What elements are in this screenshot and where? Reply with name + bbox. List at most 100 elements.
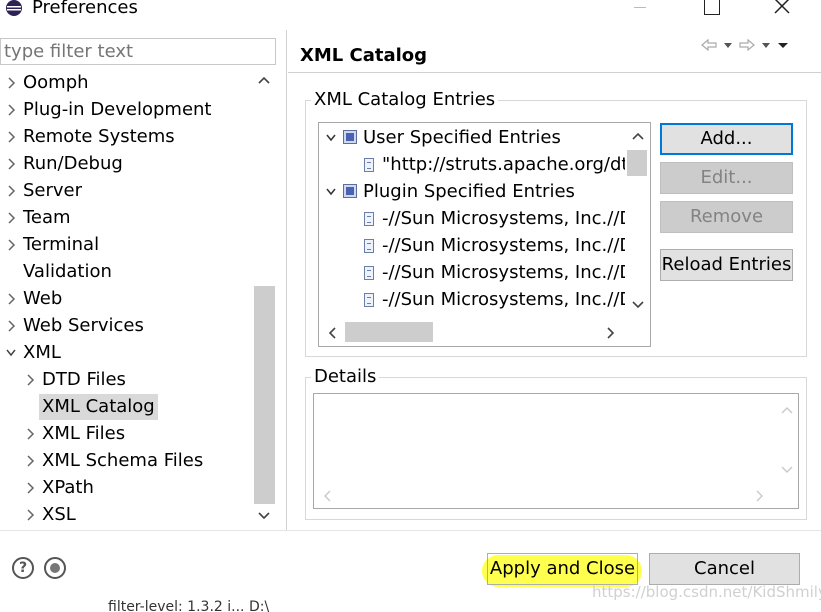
tree-item-label: Team bbox=[23, 207, 71, 228]
chevron-right-icon[interactable] bbox=[5, 178, 17, 204]
chevron-right-icon[interactable] bbox=[5, 232, 17, 258]
catalog-category-label: Plugin Specified Entries bbox=[363, 181, 575, 202]
tree-item-label: XSL bbox=[42, 504, 76, 525]
chevron-right-icon[interactable] bbox=[24, 421, 36, 447]
maximize-button[interactable] bbox=[692, 0, 732, 20]
chevron-right-icon[interactable] bbox=[5, 97, 17, 123]
chevron-right-icon[interactable] bbox=[5, 286, 17, 312]
footer-separator bbox=[0, 530, 821, 531]
cancel-button[interactable]: Cancel bbox=[649, 553, 800, 585]
chevron-right-icon[interactable] bbox=[5, 70, 17, 96]
document-icon bbox=[364, 158, 374, 172]
reload-entries-button[interactable]: Reload Entries bbox=[660, 249, 793, 281]
tree-item-label: Oomph bbox=[23, 72, 89, 93]
close-button[interactable] bbox=[762, 0, 802, 20]
close-icon bbox=[774, 0, 790, 14]
scroll-down-icon[interactable] bbox=[254, 510, 274, 525]
tree-item-label: XML Catalog bbox=[39, 394, 158, 420]
tree-item-label: DTD Files bbox=[42, 369, 126, 390]
chevron-right-icon[interactable] bbox=[24, 502, 36, 528]
tree-vertical-scrollbar[interactable] bbox=[252, 70, 275, 528]
scroll-left-icon[interactable] bbox=[322, 326, 342, 344]
edit-button[interactable]: Edit... bbox=[660, 162, 793, 194]
title-bar: Preferences bbox=[0, 0, 821, 22]
entries-hscroll-thumb[interactable] bbox=[345, 322, 433, 342]
tree-item-label: Server bbox=[23, 180, 83, 201]
chevron-right-icon[interactable] bbox=[24, 367, 36, 393]
tree-item-label: Remote Systems bbox=[23, 126, 175, 147]
chevron-right-icon[interactable] bbox=[24, 448, 36, 474]
catalog-entry[interactable]: -//Sun Microsystems, Inc.//D bbox=[319, 286, 633, 313]
catalog-category-label: User Specified Entries bbox=[363, 127, 561, 148]
catalog-entry-label: -//Sun Microsystems, Inc.//D bbox=[382, 208, 634, 229]
catalog-category[interactable]: Plugin Specified Entries bbox=[319, 178, 625, 205]
title-separator bbox=[288, 72, 821, 73]
scroll-down-icon[interactable] bbox=[628, 299, 648, 314]
scroll-up-icon[interactable] bbox=[628, 130, 648, 145]
catalog-entry[interactable]: -//Sun Microsystems, Inc.//D bbox=[319, 205, 633, 232]
scroll-right-icon[interactable] bbox=[601, 326, 621, 344]
tree-item-label: Web bbox=[23, 288, 63, 309]
view-menu-icon[interactable] bbox=[776, 38, 790, 52]
remove-button[interactable]: Remove bbox=[660, 201, 793, 233]
entries-vertical-scrollbar[interactable] bbox=[625, 123, 649, 321]
eclipse-app-icon bbox=[6, 0, 22, 16]
page-navigation bbox=[700, 38, 790, 52]
tree-item-label: XML bbox=[23, 342, 61, 363]
apply-and-close-button[interactable]: Apply and Close bbox=[487, 553, 638, 585]
chevron-right-icon[interactable] bbox=[5, 124, 17, 150]
entries-horizontal-scrollbar[interactable] bbox=[319, 320, 625, 344]
scroll-down-icon[interactable] bbox=[777, 464, 797, 479]
catalog-entries-tree[interactable]: User Specified Entries "http://struts.apa… bbox=[318, 122, 651, 347]
forward-menu-icon[interactable] bbox=[760, 38, 772, 52]
back-arrow-icon[interactable] bbox=[700, 38, 718, 52]
tree-item-label: Web Services bbox=[23, 315, 144, 336]
add-button[interactable]: Add... bbox=[660, 123, 793, 155]
tree-scroll-thumb[interactable] bbox=[254, 286, 275, 504]
catalog-icon bbox=[343, 184, 357, 198]
record-macro-icon[interactable] bbox=[44, 557, 66, 579]
preference-tree: Oomph Plug-in Development Remote Systems Ru… bbox=[0, 70, 275, 528]
catalog-entry[interactable]: -//Sun Microsystems, Inc.//D bbox=[319, 259, 633, 286]
catalog-entry-label: -//Sun Microsystems, Inc.//D bbox=[382, 289, 634, 310]
catalog-entry[interactable]: "http://struts.apache.org/dt bbox=[319, 151, 628, 178]
document-icon bbox=[364, 266, 374, 280]
tree-item-label: XPath bbox=[42, 477, 94, 498]
tree-item-label: Plug-in Development bbox=[23, 99, 212, 120]
help-icon[interactable]: ? bbox=[12, 557, 34, 579]
tree-item-label: Terminal bbox=[23, 234, 100, 255]
scroll-left-icon[interactable] bbox=[317, 489, 337, 507]
back-menu-icon[interactable] bbox=[722, 38, 734, 52]
chevron-down-icon[interactable] bbox=[5, 340, 17, 366]
tree-item-label: XML Files bbox=[42, 423, 126, 444]
chevron-right-icon[interactable] bbox=[5, 151, 17, 177]
scroll-up-icon[interactable] bbox=[254, 74, 274, 89]
document-icon bbox=[364, 212, 374, 226]
details-label: Details bbox=[311, 366, 380, 387]
panel-divider[interactable] bbox=[286, 30, 287, 530]
chevron-right-icon[interactable] bbox=[24, 475, 36, 501]
minimize-button[interactable] bbox=[620, 0, 660, 20]
entries-scroll-thumb[interactable] bbox=[627, 150, 647, 176]
catalog-entry-label: -//Sun Microsystems, Inc.//D bbox=[382, 262, 634, 283]
document-icon bbox=[364, 293, 374, 307]
window-title: Preferences bbox=[32, 0, 138, 18]
chevron-right-icon[interactable] bbox=[5, 313, 17, 339]
forward-arrow-icon[interactable] bbox=[738, 38, 756, 52]
filter-input[interactable] bbox=[0, 38, 276, 65]
catalog-category[interactable]: User Specified Entries bbox=[319, 124, 625, 151]
background-window-text: filter-level: 1.3.2 i... D:\ bbox=[108, 599, 270, 612]
page-title: XML Catalog bbox=[300, 45, 428, 66]
tree-item-label: Validation bbox=[23, 261, 112, 282]
scroll-up-icon[interactable] bbox=[777, 404, 797, 419]
scroll-right-icon[interactable] bbox=[750, 489, 770, 507]
catalog-entry[interactable]: -//Sun Microsystems, Inc.//D bbox=[319, 232, 633, 259]
details-text-area[interactable] bbox=[313, 393, 799, 509]
tree-item-label: Run/Debug bbox=[23, 153, 123, 174]
chevron-right-icon[interactable] bbox=[5, 205, 17, 231]
catalog-icon bbox=[343, 130, 357, 144]
catalog-entries-label: XML Catalog Entries bbox=[311, 89, 499, 110]
document-icon bbox=[364, 239, 374, 253]
tree-item-label: XML Schema Files bbox=[42, 450, 204, 471]
watermark: https://blog.csdn.net/KidShmily bbox=[592, 583, 821, 601]
